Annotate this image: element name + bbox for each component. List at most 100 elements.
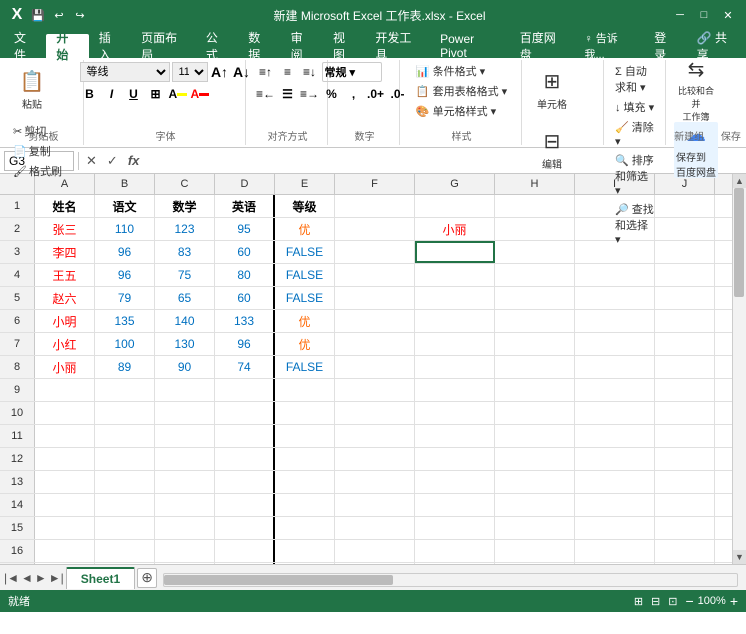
col-header-c[interactable]: C bbox=[155, 174, 215, 194]
cell-12-g[interactable] bbox=[415, 448, 495, 470]
cell-5-b[interactable]: 79 bbox=[95, 287, 155, 309]
cell-10-e[interactable] bbox=[275, 402, 335, 424]
cell-10-c[interactable] bbox=[155, 402, 215, 424]
row-num-14[interactable]: 14 bbox=[0, 494, 35, 516]
cell-3-a[interactable]: 李四 bbox=[35, 241, 95, 263]
row-num-11[interactable]: 11 bbox=[0, 425, 35, 447]
cell-16-c[interactable] bbox=[155, 540, 215, 562]
cell-3-c[interactable]: 83 bbox=[155, 241, 215, 263]
insert-function-icon[interactable]: fx bbox=[125, 153, 143, 168]
cell-10-h[interactable] bbox=[495, 402, 575, 424]
cell-13-f[interactable] bbox=[335, 471, 415, 493]
copy-button[interactable]: 📄复制 bbox=[10, 142, 65, 160]
cell-14-d[interactable] bbox=[215, 494, 275, 516]
cell-16-b[interactable] bbox=[95, 540, 155, 562]
cell-5-c[interactable]: 65 bbox=[155, 287, 215, 309]
format-painter-button[interactable]: 🖌格式刷 bbox=[10, 162, 65, 180]
cell-2-g[interactable]: 小丽 bbox=[415, 218, 495, 240]
cell-1-f[interactable] bbox=[335, 195, 415, 217]
nav-last-icon[interactable]: ►| bbox=[49, 571, 64, 585]
tab-review[interactable]: 审阅 bbox=[281, 34, 323, 58]
cell-5-j[interactable] bbox=[655, 287, 715, 309]
cell-11-d[interactable] bbox=[215, 425, 275, 447]
cell-11-j[interactable] bbox=[655, 425, 715, 447]
cell-5-h[interactable] bbox=[495, 287, 575, 309]
cell-3-e[interactable]: FALSE bbox=[275, 241, 335, 263]
cell-10-d[interactable] bbox=[215, 402, 275, 424]
tab-power-pivot[interactable]: Power Pivot bbox=[430, 34, 510, 58]
cell-16-i[interactable] bbox=[575, 540, 655, 562]
cell-8-a[interactable]: 小丽 bbox=[35, 356, 95, 378]
cell-15-f[interactable] bbox=[335, 517, 415, 539]
cell-4-f[interactable] bbox=[335, 264, 415, 286]
row-num-10[interactable]: 10 bbox=[0, 402, 35, 424]
cell-14-g[interactable] bbox=[415, 494, 495, 516]
tab-login[interactable]: 登录 bbox=[644, 34, 686, 58]
cell-7-a[interactable]: 小红 bbox=[35, 333, 95, 355]
cell-1-j[interactable] bbox=[655, 195, 715, 217]
cell-1-e[interactable]: 等级 bbox=[275, 195, 335, 217]
scroll-down-button[interactable]: ▼ bbox=[733, 550, 746, 564]
row-num-12[interactable]: 12 bbox=[0, 448, 35, 470]
sort-filter-button[interactable]: 🔍 排序和筛选 ▾ bbox=[612, 151, 659, 198]
cell-10-a[interactable] bbox=[35, 402, 95, 424]
tab-formula[interactable]: 公式 bbox=[196, 34, 238, 58]
conditional-format-button[interactable]: 📊 条件格式 ▾ bbox=[413, 62, 510, 80]
col-header-g[interactable]: G bbox=[415, 174, 495, 194]
view-page-icon[interactable]: ⊡ bbox=[668, 595, 677, 608]
maximize-button[interactable]: □ bbox=[694, 5, 714, 25]
cell-7-c[interactable]: 130 bbox=[155, 333, 215, 355]
nav-first-icon[interactable]: |◄ bbox=[4, 571, 19, 585]
tab-tell-me[interactable]: ♀ 告诉我... bbox=[574, 34, 644, 58]
view-normal-icon[interactable]: ⊞ bbox=[634, 595, 643, 608]
cell-16-h[interactable] bbox=[495, 540, 575, 562]
row-num-13[interactable]: 13 bbox=[0, 471, 35, 493]
cell-10-i[interactable] bbox=[575, 402, 655, 424]
cell-11-f[interactable] bbox=[335, 425, 415, 447]
sheet-tab-nav[interactable]: |◄ ◄ ► ►| bbox=[4, 571, 64, 585]
cell-6-j[interactable] bbox=[655, 310, 715, 332]
cell-2-j[interactable] bbox=[655, 218, 715, 240]
cell-9-g[interactable] bbox=[415, 379, 495, 401]
increase-decimal-button[interactable]: .0+ bbox=[366, 84, 386, 104]
minimize-button[interactable]: ─ bbox=[670, 5, 690, 25]
cell-12-e[interactable] bbox=[275, 448, 335, 470]
number-format-select[interactable]: 常规 ▾ bbox=[322, 62, 382, 82]
cell-8-b[interactable]: 89 bbox=[95, 356, 155, 378]
cell-15-e[interactable] bbox=[275, 517, 335, 539]
cell-7-d[interactable]: 96 bbox=[215, 333, 275, 355]
cell-2-e[interactable]: 优 bbox=[275, 218, 335, 240]
bold-button[interactable]: B bbox=[80, 84, 100, 104]
cell-12-f[interactable] bbox=[335, 448, 415, 470]
cell-12-a[interactable] bbox=[35, 448, 95, 470]
redo-icon[interactable]: ↪ bbox=[71, 6, 89, 24]
save-icon[interactable]: 💾 bbox=[29, 6, 47, 24]
cell-4-h[interactable] bbox=[495, 264, 575, 286]
zoom-out-icon[interactable]: − bbox=[685, 593, 693, 609]
sheet-tab-sheet1[interactable]: Sheet1 bbox=[66, 567, 135, 589]
cell-3-h[interactable] bbox=[495, 241, 575, 263]
confirm-formula-icon[interactable]: ✓ bbox=[104, 153, 121, 169]
cell-15-d[interactable] bbox=[215, 517, 275, 539]
cell-15-j[interactable] bbox=[655, 517, 715, 539]
cell-13-h[interactable] bbox=[495, 471, 575, 493]
cell-5-d[interactable]: 60 bbox=[215, 287, 275, 309]
h-scroll-thumb[interactable] bbox=[164, 575, 393, 585]
cell-14-c[interactable] bbox=[155, 494, 215, 516]
cell-9-i[interactable] bbox=[575, 379, 655, 401]
insert-cells-button[interactable]: ⊞ 单元格 bbox=[530, 62, 574, 118]
col-header-f[interactable]: F bbox=[335, 174, 415, 194]
cell-6-b[interactable]: 135 bbox=[95, 310, 155, 332]
fill-button[interactable]: ↓ 填充 ▾ bbox=[612, 98, 659, 116]
cell-4-i[interactable] bbox=[575, 264, 655, 286]
cell-16-e[interactable] bbox=[275, 540, 335, 562]
cell-17-c[interactable] bbox=[155, 563, 215, 564]
cell-15-b[interactable] bbox=[95, 517, 155, 539]
cell-4-c[interactable]: 75 bbox=[155, 264, 215, 286]
cell-12-j[interactable] bbox=[655, 448, 715, 470]
table-style-button[interactable]: 📋 套用表格格式 ▾ bbox=[413, 82, 510, 100]
cancel-formula-icon[interactable]: ✕ bbox=[83, 153, 100, 169]
cell-8-j[interactable] bbox=[655, 356, 715, 378]
tab-data[interactable]: 数据 bbox=[238, 34, 280, 58]
cell-4-j[interactable] bbox=[655, 264, 715, 286]
